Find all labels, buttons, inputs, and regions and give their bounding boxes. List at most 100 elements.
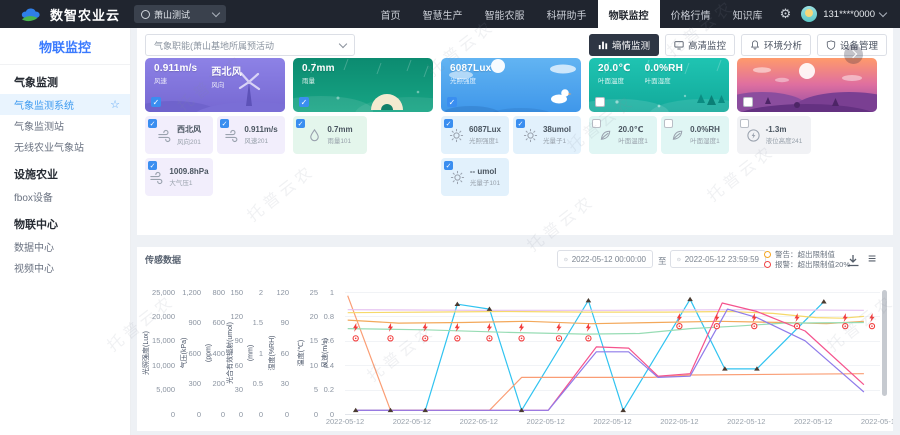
card-next-button[interactable] [844, 45, 863, 64]
sidebar-section-header[interactable]: 设施农业 [0, 157, 130, 186]
page-gutter [893, 28, 900, 435]
y-axis-name: 光照强度(Lux) [141, 331, 151, 375]
monitor-icon [674, 40, 684, 50]
tile-value: 6087Lux [469, 125, 501, 134]
sidebar-item[interactable]: 气象监测系统 ☆ [0, 94, 130, 115]
sensor-tile[interactable]: ✓6087Lux光照强度1 [441, 116, 509, 154]
sun-icon [450, 170, 465, 185]
sidebar: 物联监控 气象监测气象监测系统☆气象监测站无线农业气象站设施农业fbox设备物联… [0, 28, 131, 435]
card-checkbox[interactable] [743, 97, 753, 107]
brand-logo-icon [18, 6, 44, 23]
nav-item[interactable]: 科研助手 [536, 0, 598, 28]
tile-label: 光量子101 [470, 177, 500, 187]
toolbar-buttons: 墒情监测高清监控环境分析设备管理 [589, 34, 887, 56]
sidebar-section-header[interactable]: 气象监测 [0, 65, 130, 94]
sensor-tile[interactable]: ✓38umol光量子1 [513, 116, 581, 154]
sensor-tile[interactable]: -1.3m液位高度241 [737, 116, 811, 154]
nav-item[interactable]: 物联监控 [598, 0, 660, 28]
weather-card[interactable]: 20.0℃叶面温度0.0%RH叶面湿度 [589, 58, 729, 112]
weather-card[interactable]: 0.911m/s风速西北风风向✓ [145, 58, 285, 112]
weather-card[interactable] [737, 58, 877, 112]
tile-checkbox[interactable]: ✓ [444, 161, 453, 170]
location-pin-icon [141, 10, 150, 19]
nav-item[interactable]: 智慧生产 [412, 0, 474, 28]
sensor-tile[interactable]: ✓0.7mm雨量101 [293, 116, 367, 154]
x-axis-label: 2022-05-12 [585, 417, 641, 426]
sensor-tile[interactable]: 20.0℃叶面温度1 [589, 116, 657, 154]
tile-checkbox[interactable]: ✓ [148, 119, 157, 128]
sensor-tile[interactable]: 0.0%RH叶面湿度1 [661, 116, 729, 154]
star-icon[interactable]: ☆ [110, 98, 120, 111]
avatar[interactable] [801, 6, 817, 22]
tile-checkbox[interactable] [664, 119, 673, 128]
nav-item[interactable]: 知识库 [722, 0, 774, 28]
device-select-label: 气象职能(萧山基地所属预活动 [154, 39, 340, 52]
tile-label: 大气压1 [169, 177, 208, 187]
user-menu[interactable]: 131****0000 [823, 9, 886, 20]
main-content: 气象职能(萧山基地所属预活动 墒情监测高清监控环境分析设备管理 0.911m/s… [130, 28, 900, 435]
nav-item[interactable]: 首页 [370, 0, 412, 28]
sidebar-item-label: 视频中心 [14, 260, 54, 275]
card-values: 0.7mm雨量 [302, 63, 335, 85]
y-axis-tick: 60 [201, 361, 243, 370]
card-checkbox[interactable]: ✓ [447, 97, 457, 107]
sidebar-item[interactable]: fbox设备 [0, 186, 130, 207]
sensor-tile[interactable]: ✓0.911m/s风速201 [217, 116, 285, 154]
sidebar-item[interactable]: 视频中心 [0, 257, 130, 278]
tile-checkbox[interactable]: ✓ [220, 119, 229, 128]
date-from-input[interactable]: 2022-05-12 00:00:00 [557, 250, 653, 268]
tile-label: 液位高度241 [766, 135, 803, 145]
nav-item[interactable]: 价格行情 [660, 0, 722, 28]
toolbar-button[interactable]: 墒情监测 [589, 34, 659, 56]
date-to-input[interactable]: 2022-05-12 23:59:59 [670, 250, 766, 268]
x-axis-label: 2022-05-12 [451, 417, 507, 426]
sidebar-item[interactable]: 数据中心 [0, 236, 130, 257]
card-checkbox[interactable] [595, 97, 605, 107]
tile-checkbox[interactable]: ✓ [444, 119, 453, 128]
sidebar-item[interactable]: 气象监测站 [0, 115, 130, 136]
card-checkbox[interactable]: ✓ [299, 97, 309, 107]
tile-checkbox[interactable] [592, 119, 601, 128]
gear-icon[interactable]: ⚙ [780, 0, 792, 28]
card-checkbox[interactable]: ✓ [151, 97, 161, 107]
tile-checkbox[interactable]: ✓ [148, 161, 157, 170]
weather-card[interactable]: 6087Lux光照强度✓ [441, 58, 581, 112]
x-axis-label: 2022-05-12 [317, 417, 373, 426]
chart-scrollbar[interactable] [882, 290, 887, 396]
tile-checkbox[interactable]: ✓ [516, 119, 525, 128]
sensor-tile[interactable]: ✓ 西北风风向201 [145, 116, 213, 154]
toolbar-button[interactable]: 高清监控 [665, 34, 735, 56]
tile-value: 38umol [543, 125, 571, 134]
card-value-label: 雨量 [302, 75, 335, 85]
sidebar-item-label: 气象监测系统 [14, 97, 74, 112]
sun-icon [449, 128, 464, 143]
tile-value: 0.911m/s [244, 125, 277, 134]
user-label: 131****0000 [823, 9, 875, 20]
device-select[interactable]: 气象职能(萧山基地所属预活动 [145, 34, 355, 56]
nav-item[interactable]: 智能农服 [474, 0, 536, 28]
tile-checkbox[interactable] [740, 119, 749, 128]
wind-icon [149, 170, 164, 185]
sidebar-item-label: 气象监测站 [14, 118, 64, 133]
app: 数智农业云 萧山测试 首页智慧生产智能农服科研助手物联监控价格行情知识库 ⚙ 1… [0, 0, 900, 435]
toolbar-button-label: 墒情监测 [612, 38, 650, 52]
tile-checkbox[interactable]: ✓ [296, 119, 305, 128]
x-axis-label: 2022-05-12 [518, 417, 574, 426]
bolt-icon [746, 128, 761, 143]
list-icon[interactable]: ≡ [868, 250, 876, 266]
drop-icon [307, 128, 322, 143]
location-select[interactable]: 萧山测试 [134, 5, 226, 23]
weather-card[interactable]: 0.7mm雨量 ✓ [293, 58, 433, 112]
sidebar-item[interactable]: 无线农业气象站 [0, 136, 130, 157]
download-icon[interactable] [846, 254, 860, 267]
sensor-tile[interactable]: ✓-- umol光量子101 [441, 158, 509, 196]
card-value-label: 风速 [154, 75, 197, 85]
tile-value: 20.0℃ [618, 125, 648, 134]
sidebar-section-header[interactable]: 物联中心 [0, 207, 130, 236]
card-value: 西北风 [211, 63, 242, 78]
toolbar-button[interactable]: 环境分析 [741, 34, 811, 56]
sensor-tile[interactable]: ✓1009.8hPa大气压1 [145, 158, 213, 196]
tile-value: 西北风 [177, 124, 201, 135]
bell-icon [750, 40, 760, 50]
tile-label: 风向201 [177, 136, 201, 146]
